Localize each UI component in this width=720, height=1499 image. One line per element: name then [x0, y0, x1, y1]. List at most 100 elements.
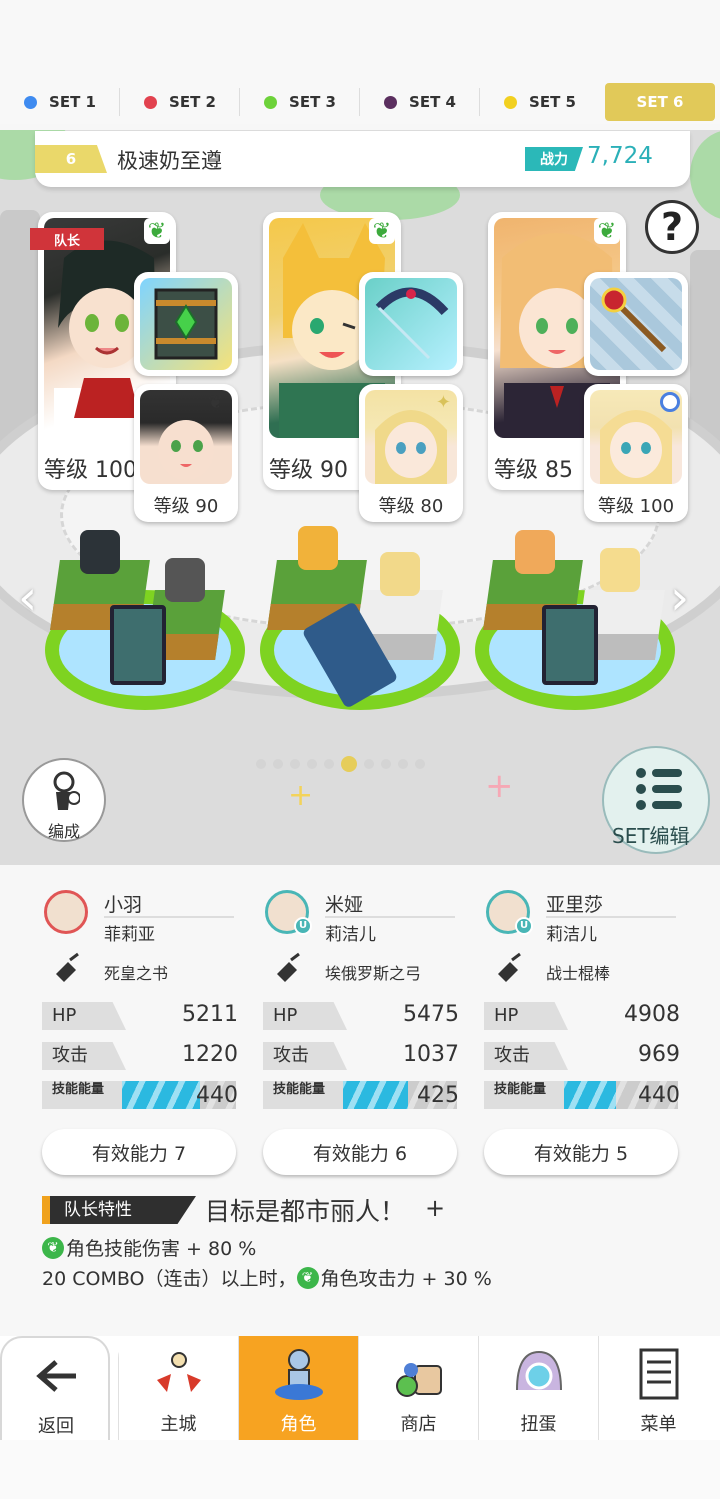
energy-row: 技能能量 425	[263, 1081, 459, 1111]
sparkle-icon: ✦	[435, 392, 451, 413]
tab-set-4[interactable]: SET 4	[360, 80, 480, 124]
nav-castle[interactable]: 主城	[118, 1336, 238, 1440]
attack-label: 攻击	[263, 1042, 347, 1070]
nav-label: 菜单	[640, 1414, 677, 1435]
attack-label: 攻击	[42, 1042, 126, 1070]
energy-value: 440	[638, 1083, 680, 1108]
pixel-character-sprite	[515, 530, 555, 574]
hp-row: HP 5211	[42, 1002, 238, 1034]
attack-value: 1220	[182, 1042, 238, 1067]
energy-value: 425	[417, 1083, 459, 1108]
attack-value: 1037	[403, 1042, 459, 1067]
nav-label: 商店	[400, 1414, 437, 1435]
gacha-icon	[516, 1350, 562, 1391]
nav-shop[interactable]: 商店	[358, 1336, 478, 1440]
page-dot[interactable]	[256, 759, 266, 769]
menu-icon	[639, 1348, 679, 1400]
tab-label: SET 4	[409, 93, 456, 111]
effect-text: 角色技能伤害 + 80 %	[66, 1238, 257, 1260]
effective-ability-button-3[interactable]: 有效能力 5	[484, 1129, 678, 1175]
page-dot[interactable]	[415, 759, 425, 769]
member-avatar[interactable]: U	[265, 890, 312, 935]
system-nav-area	[0, 1440, 720, 1499]
support-name: 莉洁儿	[325, 925, 376, 945]
previous-arrow-icon[interactable]: ‹	[18, 570, 37, 626]
bottom-nav: 返回 主城 角色 商店 扭蛋 菜单	[0, 1336, 720, 1440]
character-icon	[275, 1349, 323, 1400]
back-arrow-icon	[36, 1360, 76, 1392]
green-book-icon	[140, 278, 232, 370]
formation-edit-button[interactable]: 编成	[22, 758, 106, 842]
divider	[104, 916, 234, 918]
shop-icon	[396, 1363, 442, 1397]
effective-ability-button-2[interactable]: 有效能力 6	[263, 1129, 457, 1175]
pixel-book-weapon	[542, 605, 598, 685]
tab-set-1[interactable]: SET 1	[0, 80, 120, 124]
tab-set-2[interactable]: SET 2	[120, 80, 240, 124]
energy-label: 技能能量	[263, 1081, 343, 1109]
member-avatar[interactable]: U	[486, 890, 533, 935]
weapon-icon	[277, 952, 300, 982]
set-color-dot	[264, 95, 278, 109]
set-color-dot	[504, 95, 518, 109]
nav-gacha[interactable]: 扭蛋	[478, 1336, 598, 1440]
member-name: 亚里莎	[546, 894, 604, 916]
energy-row: 技能能量 440	[42, 1081, 238, 1111]
power-label: 战力	[525, 147, 583, 171]
page-dot[interactable]	[398, 759, 408, 769]
weapon-icon	[498, 952, 521, 982]
nav-character[interactable]: 角色	[238, 1336, 358, 1440]
set-tab-bar: SET 1 SET 2 SET 3 SET 4 SET 5 SET 6	[0, 80, 720, 124]
power-value: 7,724	[587, 143, 653, 169]
attack-row: 攻击 969	[484, 1042, 680, 1074]
tab-set-3[interactable]: SET 3	[240, 80, 360, 124]
hp-value: 4908	[624, 1002, 680, 1027]
page-dot[interactable]	[273, 759, 283, 769]
formation-gear-icon	[53, 771, 80, 810]
leaf-element-icon: ❦	[42, 1236, 64, 1259]
support-card-2[interactable]: ✦ 等级 80	[359, 384, 463, 522]
page-dot[interactable]	[381, 759, 391, 769]
character-level: 等级 90	[269, 458, 348, 483]
set-edit-button[interactable]: SET编辑	[602, 746, 710, 854]
attack-row: 攻击 1220	[42, 1042, 238, 1074]
member-name: 小羽	[104, 894, 143, 916]
tab-set-6[interactable]: SET 6	[605, 83, 715, 121]
bow-icon	[365, 278, 457, 370]
formation-edit-label: 编成	[47, 822, 80, 841]
weapon-slot-1[interactable]	[134, 272, 238, 376]
page-dot[interactable]	[324, 759, 334, 769]
support-name: 莉洁儿	[546, 925, 597, 945]
member-avatar[interactable]	[44, 890, 88, 934]
hp-label: HP	[263, 1002, 347, 1030]
nav-label: 返回	[38, 1416, 74, 1437]
leader-skill-title: 目标是都市丽人！	[205, 1197, 406, 1226]
page-dot[interactable]	[341, 756, 357, 772]
weapon-slot-3[interactable]	[584, 272, 688, 376]
page-dot[interactable]	[364, 759, 374, 769]
nav-label: 角色	[280, 1414, 317, 1435]
support-level: 等级 100	[597, 496, 675, 517]
support-name: 菲莉亚	[104, 925, 155, 945]
nav-back[interactable]: 返回	[0, 1336, 110, 1440]
support-card-3[interactable]: 等级 100	[584, 384, 688, 522]
unit-badge-icon: U	[294, 917, 312, 935]
leader-skill-expand-button[interactable]: +	[425, 1194, 445, 1222]
help-icon[interactable]: ?	[645, 200, 699, 254]
tab-set-5[interactable]: SET 5	[480, 80, 600, 124]
castle-icon	[157, 1352, 201, 1392]
nav-menu[interactable]: 菜单	[598, 1336, 718, 1440]
team-header[interactable]: 6 极速奶至遵 战力 7,724	[35, 131, 690, 187]
leader-badge: 队长	[30, 228, 104, 250]
character-level: 等级 100	[44, 458, 137, 483]
set-color-dot	[24, 95, 38, 109]
page-dot[interactable]	[307, 759, 317, 769]
weapon-slot-2[interactable]	[359, 272, 463, 376]
effective-ability-button-1[interactable]: 有效能力 7	[42, 1129, 236, 1175]
unit-badge-icon: U	[515, 917, 533, 935]
list-icon	[636, 768, 682, 816]
next-arrow-icon[interactable]: ›	[670, 570, 689, 626]
support-card-1[interactable]: ❦ 等级 90	[134, 384, 238, 522]
page-dot[interactable]	[290, 759, 300, 769]
pixel-character-sprite	[80, 530, 120, 574]
